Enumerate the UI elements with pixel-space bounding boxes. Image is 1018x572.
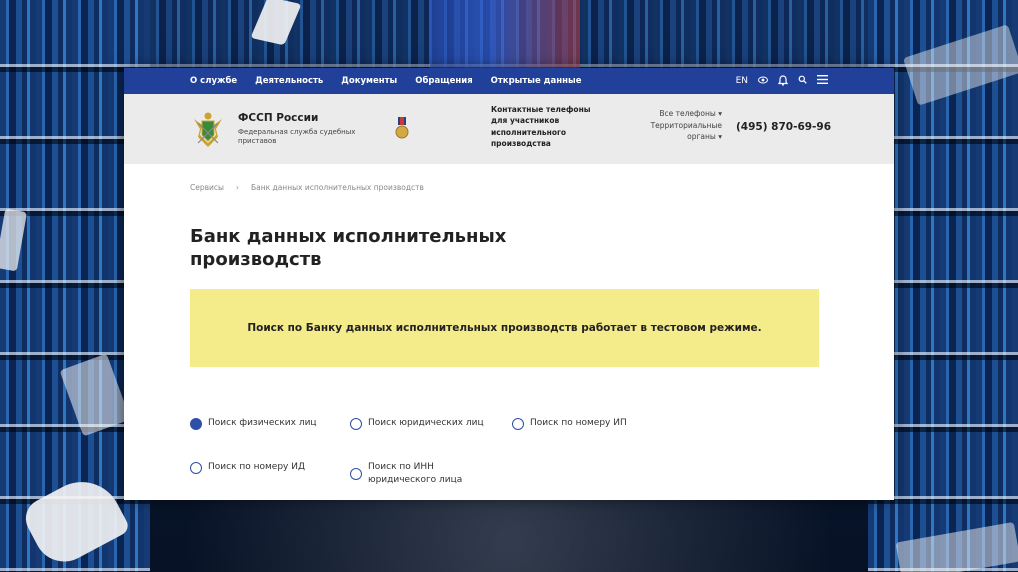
all-phones-dropdown[interactable]: Все телефоны ▾: [632, 108, 722, 120]
breadcrumb-services[interactable]: Сервисы: [190, 183, 224, 192]
bell-icon[interactable]: [777, 74, 789, 89]
radio-individuals[interactable]: Поиск физических лиц: [190, 417, 317, 430]
medal-icon: [395, 117, 409, 141]
radio-empty-icon[interactable]: [190, 462, 202, 474]
breadcrumb-current: Банк данных исполнительных производств: [250, 183, 424, 192]
eye-icon[interactable]: [758, 76, 768, 87]
top-navigation: О службе Деятельность Документы Обращени…: [124, 68, 894, 94]
radio-inn[interactable]: Поиск по ИНН юридического лица: [350, 461, 480, 486]
nav-activity[interactable]: Деятельность: [255, 76, 323, 86]
nav-documents[interactable]: Документы: [341, 76, 397, 86]
header-tools: EN: [736, 74, 828, 89]
radio-empty-icon[interactable]: [350, 418, 362, 430]
org-subtitle: Федеральная служба судебных приставов: [238, 127, 356, 145]
site-header: ФССП России Федеральная служба судебных …: [124, 94, 894, 164]
hotline-phone[interactable]: (495) 870-69-96: [736, 121, 831, 133]
nav-about[interactable]: О службе: [190, 76, 237, 86]
website-window: О службе Деятельность Документы Обращени…: [124, 68, 894, 500]
org-block: ФССП России Федеральная служба судебных …: [238, 112, 356, 147]
org-name[interactable]: ФССП России: [238, 112, 356, 124]
radio-label[interactable]: Поиск по номеру ИП: [530, 417, 627, 430]
territorial-dropdown[interactable]: Территориальные органы ▾: [632, 120, 722, 143]
radio-label[interactable]: Поиск физических лиц: [208, 417, 317, 430]
radio-ip-number[interactable]: Поиск по номеру ИП: [512, 417, 627, 430]
flag-backdrop: [430, 0, 580, 70]
language-switch[interactable]: EN: [736, 76, 748, 86]
radio-selected-icon[interactable]: [190, 418, 202, 430]
phones-links: Все телефоны ▾ Территориальные органы ▾: [632, 108, 722, 143]
radio-label[interactable]: Поиск по ИНН юридического лица: [368, 461, 480, 486]
radio-label[interactable]: Поиск по номеру ИД: [208, 461, 305, 474]
notice-text: Поиск по Банку данных исполнительных про…: [247, 322, 762, 334]
breadcrumb-separator-icon: ›: [235, 183, 239, 192]
main-menu: О службе Деятельность Документы Обращени…: [190, 76, 581, 86]
radio-legal-entities[interactable]: Поиск юридических лиц: [350, 417, 484, 430]
contacts-label: Контактные телефоны для участников испол…: [491, 105, 591, 148]
nav-appeals[interactable]: Обращения: [415, 76, 472, 86]
fssp-emblem-icon[interactable]: [190, 109, 226, 149]
page-title: Банк данных исполнительных производств: [190, 226, 507, 270]
radio-empty-icon[interactable]: [512, 418, 524, 430]
breadcrumb: Сервисы › Банк данных исполнительных про…: [190, 183, 424, 192]
radio-label[interactable]: Поиск юридических лиц: [368, 417, 484, 430]
menu-icon[interactable]: [817, 75, 828, 87]
radio-empty-icon[interactable]: [350, 468, 362, 480]
search-icon[interactable]: [798, 75, 807, 87]
test-mode-notice: Поиск по Банку данных исполнительных про…: [190, 289, 819, 367]
radio-id-number[interactable]: Поиск по номеру ИД: [190, 461, 305, 474]
nav-open-data[interactable]: Открытые данные: [491, 76, 582, 86]
